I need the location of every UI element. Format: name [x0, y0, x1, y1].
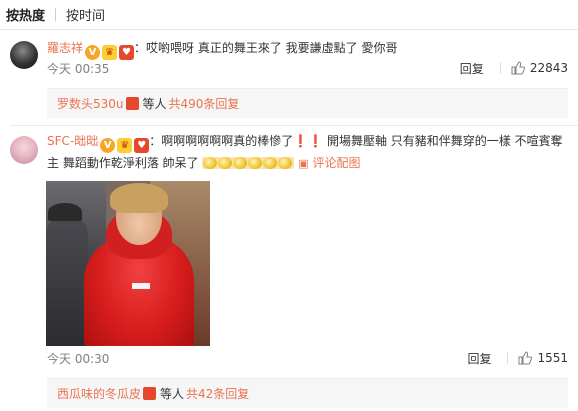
picture-icon[interactable]: ▣ [298, 157, 308, 170]
photo-hoodie-logo [132, 283, 150, 289]
thumbs-up-icon[interactable] [518, 351, 533, 365]
comment-body: SFC-昢昢 V ♛ ♥ ：啊啊啊啊啊啊真的棒慘了❗❗ 開場舞壓軸 只有豬和伴舞穿的一樣… [47, 131, 568, 174]
emoji-icon [248, 157, 263, 169]
comment-text-line1: 啊啊啊啊啊啊真的棒慘了❗❗ 開場舞壓軸 只有豬和伴舞穿的一樣 不喧賓奪 [161, 134, 563, 148]
emoji-icon [278, 157, 293, 169]
sub-reply-others: 等人 [160, 387, 185, 401]
reply-button[interactable]: 回复 [467, 350, 491, 367]
comment-time: 今天 00:35 [47, 61, 110, 76]
meta-divider [499, 62, 501, 74]
sub-reply-count-link[interactable]: 共42条回复 [186, 385, 249, 402]
sub-replies-box[interactable]: 西瓜味的冬瓜皮 等人 共42条回复 [47, 378, 568, 408]
photo-person-left [46, 216, 88, 346]
sort-by-time-tab[interactable]: 按时间 [66, 5, 105, 24]
sub-replies-box[interactable]: 罗数头530u 等人 共490条回复 [47, 88, 568, 118]
emoji-icon [263, 157, 278, 169]
verified-v-icon: V [100, 138, 116, 153]
comment-username[interactable]: SFC-昢昢 [47, 134, 98, 148]
comment-text-line2: 主 舞蹈動作乾淨利落 帥呆了 [47, 156, 199, 170]
colon: ： [149, 134, 162, 148]
emoji-icon [218, 157, 233, 169]
comment-image[interactable] [46, 181, 210, 346]
colon: ： [134, 41, 147, 55]
sort-bar: 按热度 按时间 [0, 0, 578, 30]
comment-meta: 今天 00:30 回复 1551 [47, 349, 568, 367]
comment-meta: 今天 00:35 回复 22843 [47, 59, 568, 77]
vip-badge-icon: ♥ [119, 45, 135, 60]
thumbs-up-icon[interactable] [511, 61, 525, 75]
comment-body: 羅志祥 V ♛ ♥ ：哎喲喂呀 真正的舞王來了 我要謙虛點了 愛你哥 [47, 38, 568, 60]
avatar[interactable] [10, 136, 38, 164]
crown-badge-icon: ♛ [102, 45, 118, 60]
comment-picture-link[interactable]: 评论配图 [313, 156, 361, 170]
like-count: 22843 [529, 61, 568, 75]
sort-by-hot-tab[interactable]: 按热度 [6, 5, 45, 24]
sub-reply-others: 等人 [142, 97, 167, 111]
avatar[interactable] [10, 41, 38, 69]
sub-reply-username[interactable]: 西瓜味的冬瓜皮 [57, 385, 141, 402]
emoji-group [202, 157, 295, 169]
vip-badge-icon [143, 387, 157, 400]
sub-reply-count-link[interactable]: 共490条回复 [169, 95, 240, 112]
photo-hat [48, 203, 82, 221]
emoji-icon [203, 157, 218, 169]
like-count: 1551 [537, 351, 568, 365]
comment-time: 今天 00:30 [47, 351, 110, 366]
verified-v-icon: V [85, 45, 101, 60]
sub-reply-username[interactable]: 罗数头530u [57, 95, 124, 112]
vip-badge-icon [125, 97, 139, 110]
emoji-icon [233, 157, 248, 169]
meta-divider [507, 352, 509, 364]
sort-divider [55, 8, 57, 21]
reply-button[interactable]: 回复 [460, 60, 484, 77]
comment-divider [10, 125, 578, 126]
photo-hair [110, 183, 168, 213]
vip-badge-icon: ♥ [134, 138, 150, 153]
crown-badge-icon: ♛ [117, 138, 133, 153]
comment-text: 哎喲喂呀 真正的舞王來了 我要謙虛點了 愛你哥 [146, 41, 398, 55]
comment-username[interactable]: 羅志祥 [47, 41, 83, 55]
